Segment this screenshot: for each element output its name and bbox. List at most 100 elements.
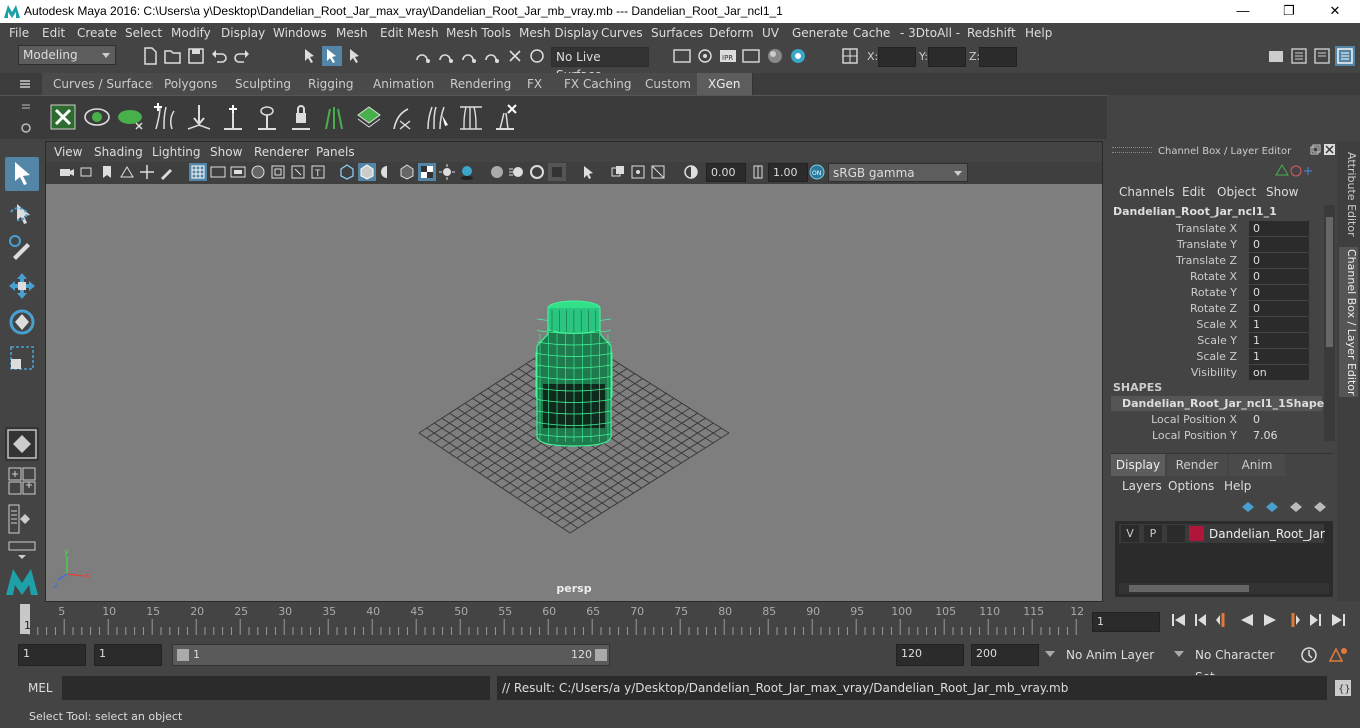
playback-end-field[interactable]: 120 (896, 644, 964, 666)
layer-tab-render[interactable]: Render (1167, 454, 1227, 476)
layer-tab-display[interactable]: Display (1111, 454, 1165, 476)
cb-object-menu[interactable]: Object (1217, 185, 1256, 199)
snap-view-plane-icon[interactable] (482, 46, 502, 66)
select-component-icon[interactable] (345, 46, 365, 66)
render-view-icon[interactable] (672, 46, 692, 66)
shelf-tab-custom[interactable]: Custom (634, 73, 703, 95)
xgen-bend-icon[interactable] (388, 101, 418, 133)
float-panel-icon[interactable] (1310, 144, 1321, 155)
shelf-tab-animation[interactable]: Animation (362, 73, 447, 95)
layer-playback-toggle[interactable]: P (1144, 525, 1162, 542)
animation-start-field[interactable]: 1 (18, 644, 86, 666)
safe-action-icon[interactable] (289, 163, 307, 181)
select-tool[interactable] (5, 157, 39, 191)
animation-prefs-icon[interactable] (1326, 645, 1350, 665)
channel-box-layer-editor-tab[interactable]: Channel Box / Layer Editor (1339, 247, 1358, 397)
channels-menu[interactable]: Channels (1119, 185, 1175, 199)
single-perspective-layout-icon[interactable] (5, 427, 39, 461)
menu-redshift[interactable]: Redshift (967, 26, 1016, 40)
snap-point-icon[interactable] (459, 46, 479, 66)
modeling-toolkit-icon[interactable] (1289, 46, 1309, 66)
textured-icon[interactable] (418, 163, 436, 181)
attr-translate-x-value[interactable]: 0 (1249, 221, 1309, 236)
gate-mask-icon[interactable] (249, 163, 267, 181)
render-settings-icon[interactable] (741, 46, 761, 66)
xgen-preview-icon[interactable] (82, 101, 112, 133)
go-to-end-icon[interactable] (1329, 611, 1347, 629)
attr-translate-z-label[interactable]: Translate Z (1107, 254, 1237, 267)
open-scene-icon[interactable] (163, 46, 183, 66)
current-frame-field[interactable]: 1 (1092, 612, 1160, 632)
input-mode-icon[interactable] (840, 46, 860, 66)
new-scene-icon[interactable] (140, 46, 160, 66)
select-object-icon[interactable] (322, 46, 342, 66)
shelf-tab-polygons[interactable]: Polygons (153, 73, 230, 95)
gamma-icon[interactable] (749, 163, 767, 181)
layer-color-swatch[interactable] (1189, 526, 1204, 541)
two-d-pan-icon[interactable] (138, 163, 156, 181)
attr-scale-x-label[interactable]: Scale X (1107, 318, 1237, 331)
shelf-tab-curves-surfaces[interactable]: Curves / Surfaces (42, 73, 171, 95)
menu-curves[interactable]: Curves (601, 26, 643, 40)
step-back-key-icon[interactable] (1214, 611, 1232, 629)
cb-show-menu[interactable]: Show (1266, 185, 1298, 199)
shelf-tab-sculpting[interactable]: Sculpting (224, 73, 304, 95)
anim-layer-dropdown[interactable]: No Anim Layer (1062, 644, 1162, 666)
attr-visibility-label[interactable]: Visibility (1107, 366, 1237, 379)
shelf-tab-rigging[interactable]: Rigging (297, 73, 366, 95)
xgen-groom-icon[interactable] (354, 101, 384, 133)
script-editor-icon[interactable]: {} (1333, 678, 1353, 698)
xgen-add-point-icon[interactable] (218, 101, 248, 133)
film-gate-icon[interactable] (209, 163, 227, 181)
attr-local-position-x-value[interactable]: 0 (1249, 412, 1309, 427)
exposure-field[interactable]: 0.00 (706, 163, 746, 182)
menu-display[interactable]: Display (221, 26, 265, 40)
depth-of-field-icon[interactable] (548, 163, 566, 181)
menu-3dtoall[interactable]: - 3DtoAll - (900, 26, 960, 40)
chevron-down-icon[interactable] (1174, 651, 1184, 657)
gamma-field[interactable]: 1.00 (768, 163, 808, 182)
panel-grip[interactable] (1112, 147, 1152, 153)
attr-local-position-x-label[interactable]: Local Position X (1107, 413, 1237, 426)
menu-edit[interactable]: Edit (42, 26, 65, 40)
selected-object-name[interactable]: Dandelian_Root_Jar_ncl1_1 (1113, 205, 1277, 218)
attr-translate-y-label[interactable]: Translate Y (1107, 238, 1237, 251)
channel-box-toggle-icon[interactable] (1335, 46, 1355, 66)
save-scene-icon[interactable] (186, 46, 206, 66)
play-forwards-icon[interactable] (1261, 611, 1279, 629)
attr-rotate-x-label[interactable]: Rotate X (1107, 270, 1237, 283)
live-surface-field[interactable]: No Live Surface (551, 47, 649, 82)
menu-edit-mesh[interactable]: Edit Mesh (380, 26, 439, 40)
attr-scale-y-value[interactable]: 1 (1249, 333, 1309, 348)
attr-rotate-x-value[interactable]: 0 (1249, 269, 1309, 284)
play-backwards-icon[interactable] (1238, 611, 1256, 629)
attr-translate-y-value[interactable]: 0 (1249, 237, 1309, 252)
color-management-icon[interactable]: ON (808, 163, 826, 181)
shadows-icon[interactable] (458, 163, 476, 181)
grease-pencil-icon[interactable] (158, 163, 176, 181)
z-coord-field[interactable] (979, 47, 1017, 67)
menu-cache[interactable]: Cache (853, 26, 890, 40)
layer-type-toggle[interactable] (1167, 525, 1185, 542)
smooth-shade-icon[interactable] (358, 163, 376, 181)
shelf-tab-fx[interactable]: FX (516, 73, 555, 95)
attr-scale-y-label[interactable]: Scale Y (1107, 334, 1237, 347)
shelf-tab-xgen[interactable]: XGen (697, 73, 753, 95)
xgen-add-guides-icon[interactable] (150, 101, 180, 133)
channel-box-icons[interactable] (1274, 163, 1314, 179)
viewport-menu-shading[interactable]: Shading (94, 145, 143, 159)
menu-surfaces[interactable]: Surfaces (651, 26, 703, 40)
range-slider[interactable]: 1 120 (172, 644, 610, 666)
attr-scale-z-label[interactable]: Scale Z (1107, 350, 1237, 363)
exposure-icon[interactable] (682, 163, 700, 181)
xgen-sculpt-guides-icon[interactable] (184, 101, 214, 133)
mel-label[interactable]: MEL (28, 681, 53, 695)
xgen-lock-length-icon[interactable] (286, 101, 316, 133)
attr-rotate-y-value[interactable]: 0 (1249, 285, 1309, 300)
mel-input[interactable] (62, 676, 490, 700)
shape-node-name[interactable]: Dandelian_Root_Jar_ncl1_1Shape (1111, 396, 1324, 411)
layer-create-icons[interactable] (1238, 499, 1328, 513)
close-panel-icon[interactable] (1324, 144, 1335, 155)
menu-uv[interactable]: UV (762, 26, 779, 40)
snap-grid-icon[interactable] (413, 46, 433, 66)
